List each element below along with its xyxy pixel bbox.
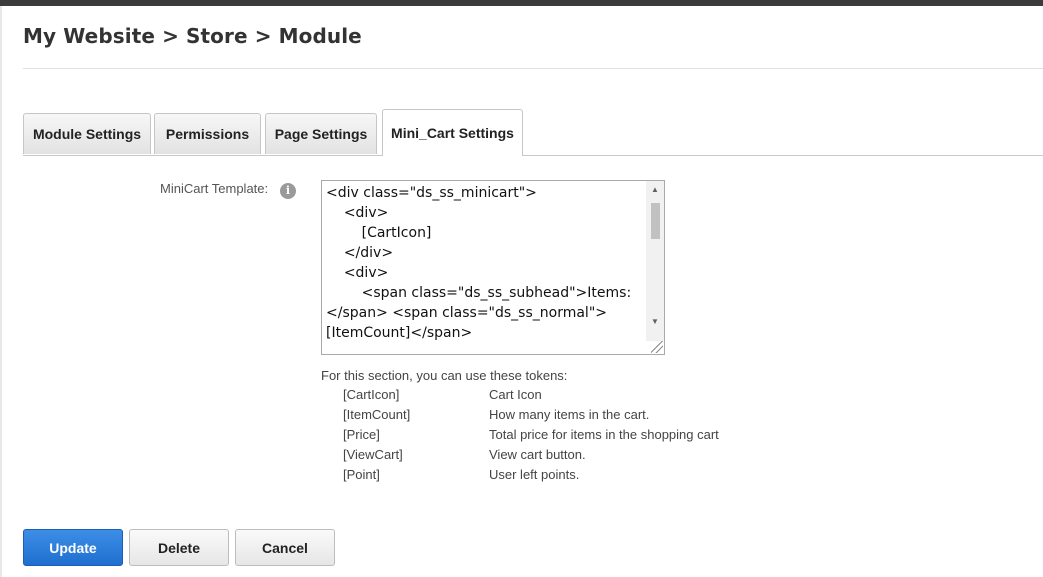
template-code[interactable]: <div class="ds_ss_minicart"> <div> [Cart…: [326, 183, 644, 343]
token-description: Total price for items in the shopping ca…: [489, 427, 719, 442]
tab-mini-cart-settings[interactable]: Mini_Cart Settings: [382, 109, 523, 156]
scroll-thumb[interactable]: [651, 203, 660, 239]
tab-permissions[interactable]: Permissions: [154, 113, 261, 154]
token-name: [ItemCount]: [343, 407, 411, 422]
tab-page-settings[interactable]: Page Settings: [265, 113, 377, 154]
tokens-intro: For this section, you can use these toke…: [321, 368, 568, 383]
info-icon[interactable]: i: [280, 183, 296, 199]
token-description: User left points.: [489, 467, 580, 482]
token-name: [Price]: [343, 427, 380, 442]
tab-module-settings[interactable]: Module Settings: [23, 113, 151, 154]
cancel-button[interactable]: Cancel: [235, 529, 335, 566]
minicart-template-label: MiniCart Template:: [160, 181, 269, 196]
token-row: [Point] User left points.: [343, 467, 763, 487]
update-button[interactable]: Update: [23, 529, 123, 566]
token-name: [Point]: [343, 467, 380, 482]
resize-handle-icon[interactable]: [651, 341, 663, 353]
tabs-divider: [23, 155, 1043, 156]
token-row: [ViewCart] View cart button.: [343, 447, 763, 467]
title-divider: [23, 68, 1043, 69]
tab-bar: Module Settings Permissions Page Setting…: [23, 108, 1043, 156]
token-list: [CartIcon] Cart Icon [ItemCount] How man…: [343, 387, 763, 487]
token-description: Cart Icon: [489, 387, 542, 402]
token-row: [ItemCount] How many items in the cart.: [343, 407, 763, 427]
token-row: [Price] Total price for items in the sho…: [343, 427, 763, 447]
scroll-up-arrow-icon[interactable]: ▲: [646, 183, 664, 197]
minicart-template-textarea[interactable]: <div class="ds_ss_minicart"> <div> [Cart…: [321, 180, 665, 355]
token-description: View cart button.: [489, 447, 586, 462]
window-top-bar: [0, 0, 1043, 6]
scroll-down-arrow-icon[interactable]: ▼: [646, 315, 664, 329]
token-row: [CartIcon] Cart Icon: [343, 387, 763, 407]
token-name: [ViewCart]: [343, 447, 403, 462]
left-edge: [0, 6, 2, 577]
token-name: [CartIcon]: [343, 387, 400, 402]
delete-button[interactable]: Delete: [129, 529, 229, 566]
textarea-scrollbar[interactable]: ▲ ▼: [646, 181, 664, 341]
breadcrumb: My Website > Store > Module: [23, 24, 362, 48]
token-description: How many items in the cart.: [489, 407, 650, 422]
